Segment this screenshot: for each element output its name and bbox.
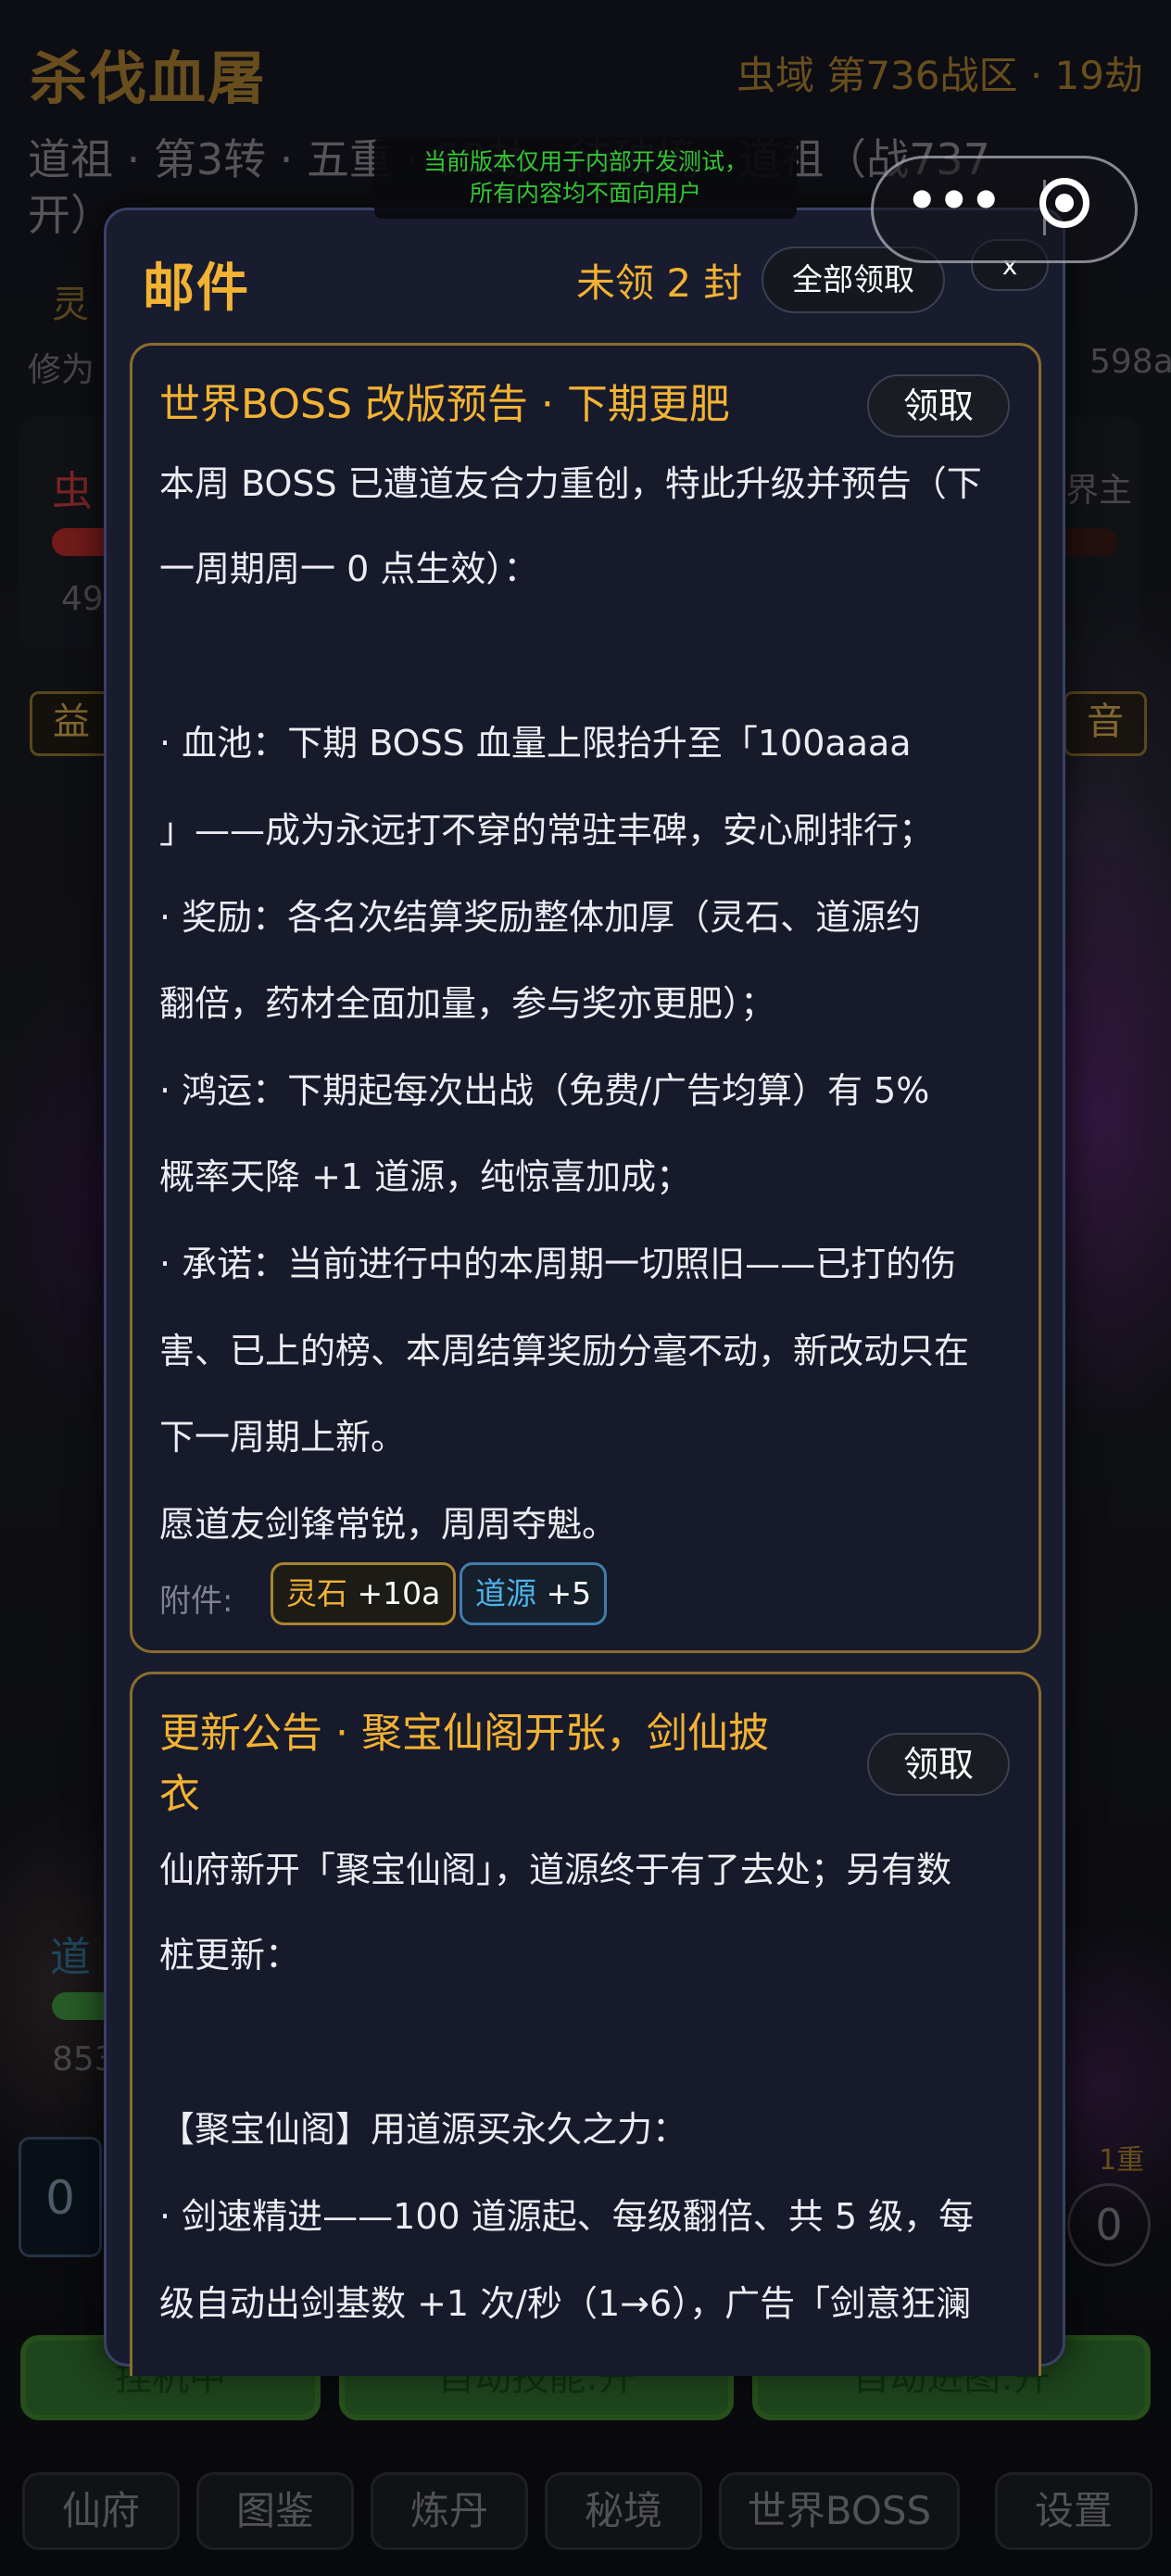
mail-body-line: · 奖励：各名次结算奖励整体加厚（灵石、道源约 bbox=[159, 897, 922, 938]
mail-title: 邮件 bbox=[143, 259, 250, 319]
mail-body-line: 级自动出剑基数 +1 次/秒（1→6），广告「剑意狂澜 bbox=[159, 2283, 972, 2324]
mail-body-line: 【聚宝仙阁】用道源买永久之力： bbox=[159, 2109, 688, 2150]
attachment-daoyuan: 道源 +5 bbox=[460, 1562, 608, 1625]
mail-body-line: 害、已上的榜、本周结算奖励分毫不动，新改动只在 bbox=[159, 1331, 970, 1371]
mail-body-line: 仙府新开「聚宝仙阁」，道源终于有了去处；另有数 bbox=[159, 1850, 952, 1890]
attachment-label: 附件: bbox=[159, 1583, 233, 1620]
mail-body-line: 翻倍，药材全面加量，参与奖亦更肥）； bbox=[159, 983, 776, 1024]
mail-body-line: 本周 BOSS 已遭道友合力重创，特此升级并预告（下 bbox=[159, 463, 982, 504]
mail-body-line: 概率天降 +1 道源，纯惊喜加成； bbox=[159, 1156, 692, 1197]
mail-title-2-line2: 衣 bbox=[159, 1771, 200, 1818]
more-dots-icon[interactable]: ••• bbox=[906, 174, 1002, 239]
mail-body-line: 」——成为永远打不穿的常驻丰碑，安心刷排行； bbox=[159, 810, 935, 851]
attachment-amount: +5 bbox=[546, 1575, 592, 1611]
claim-button-1[interactable]: 领取 bbox=[867, 374, 1010, 437]
mail-body-line: · 承诺：当前进行中的本周期一切照旧——已打的伤 bbox=[159, 1244, 957, 1284]
mail-body-line: 桩更新： bbox=[159, 1935, 301, 1976]
mail-title-2: 更新公告 · 聚宝仙阁开张，剑仙披 衣 bbox=[159, 1703, 769, 1825]
attachment-name: 灵石 bbox=[286, 1575, 347, 1611]
mail-title-1: 世界BOSS 改版预告 · 下期更肥 bbox=[159, 381, 730, 428]
mail-body-line: 下一周期上新。 bbox=[159, 1417, 407, 1458]
dev-test-banner: 当前版本仅用于内部开发测试， 所有内容均不面向用户 bbox=[374, 137, 797, 219]
claim-button-2[interactable]: 领取 bbox=[867, 1733, 1010, 1796]
mail-title-2-line1: 更新公告 · 聚宝仙阁开张，剑仙披 bbox=[159, 1710, 769, 1757]
dev-banner-line1: 当前版本仅用于内部开发测试， bbox=[422, 148, 748, 175]
attachment-lingshi: 灵石 +10a bbox=[271, 1562, 457, 1625]
mail-body-line: 一周期周一 0 点生效）： bbox=[159, 549, 539, 589]
attachment-name: 道源 bbox=[475, 1575, 536, 1611]
mail-body-line: · 剑速精进——100 道源起、每级翻倍、共 5 级，每 bbox=[159, 2196, 975, 2237]
attachment-amount: +10a bbox=[357, 1575, 441, 1611]
dev-banner-line2: 所有内容均不面向用户 bbox=[469, 180, 701, 207]
target-circle-icon[interactable] bbox=[1039, 178, 1089, 228]
mail-body-line: 愿道友剑锋常锐，周周夺魁。 bbox=[159, 1504, 618, 1545]
mail-body-line: · 鸿运：下期起每次出战（免费/广告均算）有 5% bbox=[159, 1070, 930, 1111]
mail-body-line: · 血池：下期 BOSS 血量上限抬升至「100aaaa bbox=[159, 723, 912, 764]
unread-count: 未领 2 封 bbox=[576, 260, 743, 306]
